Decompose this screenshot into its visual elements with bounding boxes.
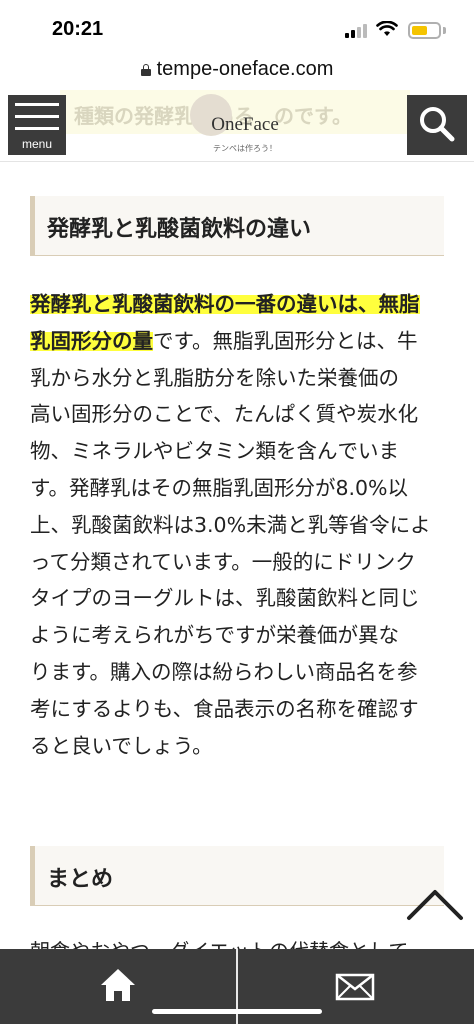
logo-tagline: テンペは作ろう！ (213, 144, 277, 153)
section-heading-text: 発酵乳と乳酸菌飲料の違い (47, 217, 312, 242)
mail-icon (335, 973, 375, 1001)
paragraph-line: 高い固形分のことで、たんぱく質や炭水化 (30, 402, 419, 427)
battery-icon (408, 22, 441, 39)
paragraph-line: 上、乳酸菌飲料は3.0%未満と乳等省令によ (30, 512, 431, 537)
paragraph-line: ります。購入の際は紛らわしい商品名を参 (30, 659, 418, 684)
chevron-up-icon (407, 890, 463, 920)
paragraph-line: す。発酵乳はその無脂乳固形分が8.0%以 (30, 475, 409, 500)
paragraph-line: 物、ミネラルやビタミン類を含んでいま (30, 439, 399, 464)
article-paragraph: 発酵乳と乳酸菌飲料の一番の違いは、無脂 乳固形分の量です。無脂乳固形分とは、牛 … (30, 286, 450, 764)
highlighted-text: 乳固形分の量 (30, 328, 153, 353)
paragraph-line: タイプのヨーグルトは、乳酸菌飲料と同じ (30, 586, 420, 611)
search-button[interactable] (407, 95, 467, 155)
menu-label: menu (21, 137, 53, 151)
signal-icon (345, 24, 369, 38)
section-heading: 発酵乳と乳酸菌飲料の違い (30, 196, 444, 256)
home-icon (101, 969, 135, 1001)
url-text: tempe-oneface.com (156, 58, 334, 80)
paragraph-line: 発酵乳と乳酸菌飲料の一番の違いは、無脂 (30, 286, 450, 323)
battery-fill (412, 26, 427, 35)
paragraph-line: 考にするよりも、食品表示の名称を確認す (30, 696, 419, 721)
menu-button[interactable]: menu (8, 95, 66, 155)
search-icon (420, 107, 455, 142)
paragraph-line: 乳から水分と乳脂肪分を除いた栄養価の (30, 365, 399, 390)
paragraph-line: って分類されています。一般的にドリンク (30, 549, 416, 574)
wifi-icon (376, 21, 398, 36)
paragraph-line: ように考えられがちですが栄養価が異な (30, 623, 399, 648)
section-heading-text: まとめ (47, 867, 114, 892)
site-logo[interactable]: OneFace (150, 114, 340, 136)
url-bar[interactable]: tempe-oneface.com (0, 56, 474, 86)
home-indicator (152, 1009, 322, 1014)
status-time: 20:21 (52, 18, 104, 40)
lock-icon (140, 64, 151, 76)
site-header: 種類の発酵乳がある のです。 menu OneFace テンペは作ろう！ (0, 88, 474, 162)
highlighted-text: 発酵乳と乳酸菌飲料の一番の違いは、無脂 (30, 292, 420, 316)
battery-cap (443, 27, 446, 34)
line-text: です。無脂乳固形分とは、牛 (153, 328, 418, 353)
section-heading-summary: まとめ (30, 846, 444, 906)
scroll-top-button[interactable] (405, 880, 465, 924)
paragraph-line: 乳固形分の量です。無脂乳固形分とは、牛 (30, 323, 450, 360)
paragraph-line: ると良いでしょう。 (30, 733, 213, 758)
status-bar: 20:21 (0, 0, 474, 56)
